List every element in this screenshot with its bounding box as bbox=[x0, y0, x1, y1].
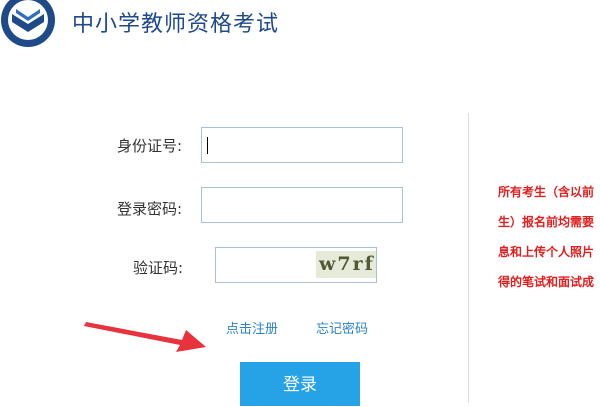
red-arrow-icon bbox=[84, 322, 206, 352]
